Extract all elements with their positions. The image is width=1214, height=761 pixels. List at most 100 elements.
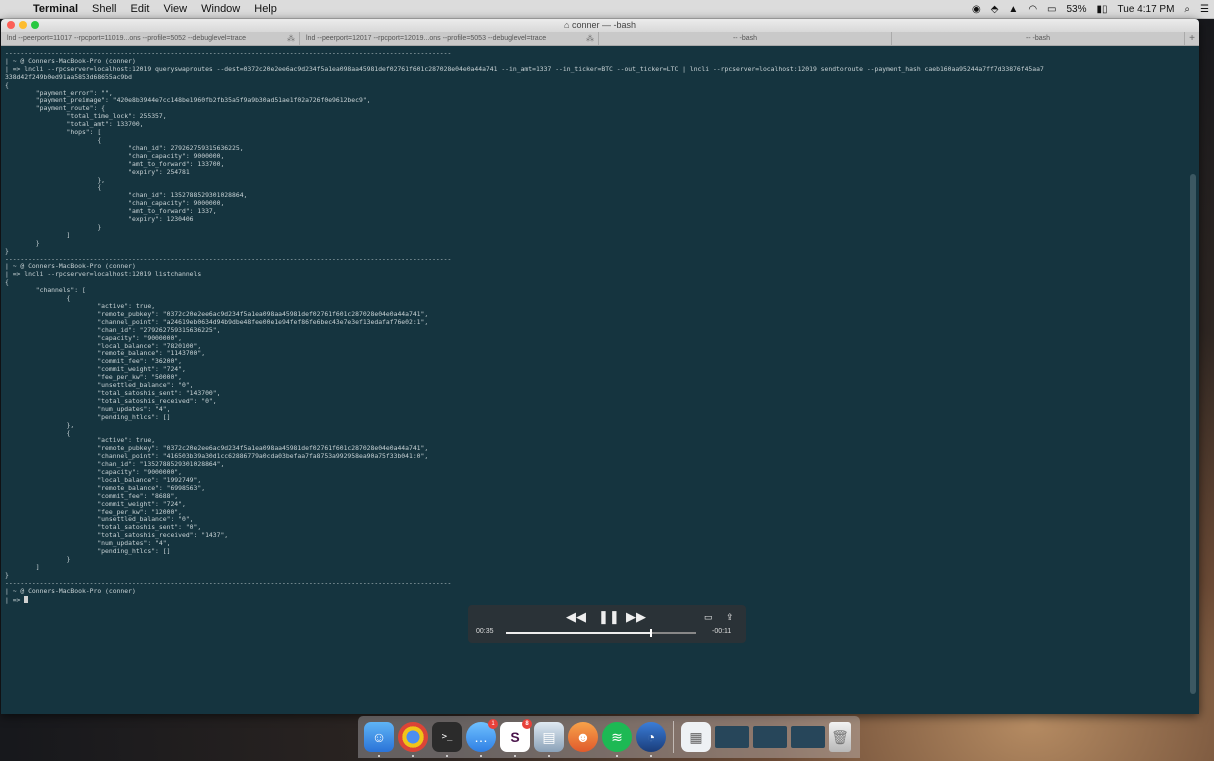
slack-badge: 8 bbox=[522, 719, 532, 729]
dock-separator bbox=[673, 721, 674, 753]
terminal-line: } bbox=[5, 238, 40, 247]
tab-label: -- -bash bbox=[732, 35, 758, 42]
tab-bar: lnd --peerport=11017 --rpcport=11019...o… bbox=[1, 32, 1199, 46]
terminal-line: { bbox=[5, 428, 71, 437]
terminal-line: "hops": [ bbox=[5, 128, 102, 137]
menu-bar: Terminal Shell Edit View Window Help ◉ ⬘… bbox=[0, 0, 1214, 19]
activity-spinner-icon: ⁂ bbox=[287, 34, 295, 43]
finder-icon[interactable]: ☺ bbox=[364, 722, 394, 757]
terminal-line: }, bbox=[5, 175, 106, 184]
quicktime-icon[interactable]: ◔ bbox=[636, 722, 666, 757]
terminal-line: "pending_htlcs": [] bbox=[5, 547, 171, 556]
document-icon[interactable]: ▦ bbox=[681, 722, 711, 752]
window-titlebar[interactable]: ⌂ conner — -bash bbox=[1, 19, 1199, 32]
menu-help[interactable]: Help bbox=[254, 3, 277, 15]
scrubber-knob[interactable] bbox=[650, 629, 653, 637]
tab-bash-2[interactable]: -- -bash bbox=[892, 32, 1185, 45]
terminal-line: ] bbox=[5, 562, 40, 571]
clock[interactable]: Tue 4:17 PM bbox=[1118, 4, 1175, 15]
terminal-line: "channels": [ bbox=[5, 286, 86, 295]
tab-lnd-12017[interactable]: lnd --peerport=12017 --rpcport=12019...o… bbox=[300, 32, 599, 45]
messages-icon[interactable]: … 1 bbox=[466, 719, 498, 757]
notification-center-icon[interactable]: ☰ bbox=[1200, 4, 1209, 15]
menu-view[interactable]: View bbox=[163, 3, 187, 15]
terminal-line: ----------------------------------------… bbox=[5, 254, 452, 263]
app-icon[interactable]: ☻ bbox=[568, 722, 598, 752]
remaining-time: -00:11 bbox=[712, 628, 732, 635]
activity-spinner-icon: ⁂ bbox=[586, 34, 594, 43]
battery-icon[interactable]: ▮▯ bbox=[1097, 4, 1108, 15]
scrollbar[interactable] bbox=[1185, 46, 1199, 714]
zoom-window-button[interactable] bbox=[31, 21, 39, 29]
terminal-line: "total_satoshis_received": "0", bbox=[5, 396, 217, 405]
battery-percent[interactable]: 53% bbox=[1067, 4, 1087, 15]
terminal-line: "expiry": 1230406 bbox=[5, 215, 194, 224]
dock: ☺ >_ … 1 S8 ▤ ☻ ≋ ◔ ▦ 🗑 bbox=[358, 716, 860, 758]
menu-app-terminal[interactable]: Terminal bbox=[33, 3, 78, 15]
close-window-button[interactable] bbox=[7, 21, 15, 29]
tab-lnd-11017[interactable]: lnd --peerport=11017 --rpcport=11019...o… bbox=[1, 32, 300, 45]
slack-icon[interactable]: S8 bbox=[500, 719, 532, 757]
vpn-icon[interactable]: ⬘ bbox=[991, 4, 999, 15]
terminal-line: | => lncli --rpcserver=localhost:12019 l… bbox=[5, 270, 202, 279]
terminal-line: "remote_balance": "6998563", bbox=[5, 483, 206, 492]
terminal-line: | => lncli --rpcserver=localhost:12019 q… bbox=[5, 64, 1044, 73]
fast-forward-icon[interactable]: ▶▶ bbox=[626, 609, 646, 625]
spotlight-search-icon[interactable]: ⌕ bbox=[1184, 4, 1190, 15]
terminal-line: "expiry": 254781 bbox=[5, 167, 190, 176]
tab-label: -- -bash bbox=[1025, 35, 1051, 42]
trash-icon[interactable]: 🗑 bbox=[829, 722, 851, 752]
terminal-line: "num_updates": "4", bbox=[5, 539, 171, 548]
rewind-icon[interactable]: ◀◀ bbox=[566, 609, 586, 625]
record-icon[interactable]: ◉ bbox=[972, 4, 981, 15]
scrubber-track[interactable] bbox=[506, 629, 696, 637]
terminal-line: "payment_route": { bbox=[5, 104, 106, 113]
spotify-icon[interactable]: ≋ bbox=[602, 722, 632, 757]
elapsed-time: 00:35 bbox=[476, 628, 494, 635]
minimize-window-button[interactable] bbox=[19, 21, 27, 29]
preview-icon[interactable]: ▤ bbox=[534, 722, 564, 757]
menu-window[interactable]: Window bbox=[201, 3, 240, 15]
minimized-window-icon[interactable] bbox=[791, 726, 825, 748]
minimized-window-icon[interactable] bbox=[715, 726, 749, 748]
new-tab-button[interactable]: + bbox=[1185, 32, 1199, 45]
terminal-line: "total_time_lock": 255357, bbox=[5, 112, 167, 121]
terminal-line: { bbox=[5, 294, 71, 303]
pause-icon[interactable]: ❚❚ bbox=[598, 609, 620, 625]
terminal-line: "total_satoshis_received": "1437", bbox=[5, 531, 229, 540]
tab-label: lnd --peerport=12017 --rpcport=12019...o… bbox=[306, 35, 547, 42]
window-title: conner — -bash bbox=[571, 20, 636, 30]
terminal-icon[interactable]: >_ bbox=[432, 722, 462, 757]
terminal-line: ----------------------------------------… bbox=[5, 49, 452, 57]
menu-shell[interactable]: Shell bbox=[92, 3, 116, 15]
terminal-line: "total_amt": 133700, bbox=[5, 120, 144, 129]
terminal-line: } bbox=[5, 222, 102, 231]
terminal-line: ----------------------------------------… bbox=[5, 578, 452, 587]
terminal-line: "pending_htlcs": [] bbox=[5, 412, 171, 421]
share-icon[interactable]: ⇪ bbox=[726, 612, 734, 623]
airplay-icon[interactable]: ▭ bbox=[1047, 4, 1056, 15]
text-cursor bbox=[24, 595, 29, 603]
video-controls[interactable]: ◀◀ ❚❚ ▶▶ ▭ ⇪ 00:35 -00:11 bbox=[468, 605, 746, 643]
wifi-icon[interactable]: ◠ bbox=[1028, 4, 1037, 15]
airplay-icon[interactable]: ▭ bbox=[704, 612, 713, 623]
chrome-icon[interactable] bbox=[398, 722, 428, 757]
terminal-line: "payment_preimage": "420e8b3944e7cc148be… bbox=[5, 96, 371, 105]
terminal-line: }, bbox=[5, 420, 75, 429]
scrollbar-thumb[interactable] bbox=[1190, 174, 1196, 694]
minimized-window-icon[interactable] bbox=[753, 726, 787, 748]
menu-edit[interactable]: Edit bbox=[131, 3, 150, 15]
terminal-line: | ~ @ Conners-MacBook-Pro (conner) bbox=[5, 586, 136, 595]
terminal-line: 338d42f249b0ed91aa5853d68655ac9bd bbox=[5, 72, 132, 81]
person-icon[interactable]: ▲ bbox=[1008, 4, 1018, 15]
terminal-line: } bbox=[5, 555, 71, 563]
tab-bash-1[interactable]: -- -bash bbox=[599, 32, 892, 45]
tab-label: lnd --peerport=11017 --rpcport=11019...o… bbox=[7, 35, 247, 42]
terminal-line: "num_updates": "4", bbox=[5, 404, 171, 413]
terminal-line: ] bbox=[5, 230, 71, 239]
terminal-line: | => bbox=[5, 595, 1181, 605]
terminal-line: { bbox=[5, 278, 9, 287]
terminal-line: { bbox=[5, 80, 9, 89]
mail-badge: 1 bbox=[488, 719, 498, 729]
scrubber-fill bbox=[506, 632, 651, 634]
